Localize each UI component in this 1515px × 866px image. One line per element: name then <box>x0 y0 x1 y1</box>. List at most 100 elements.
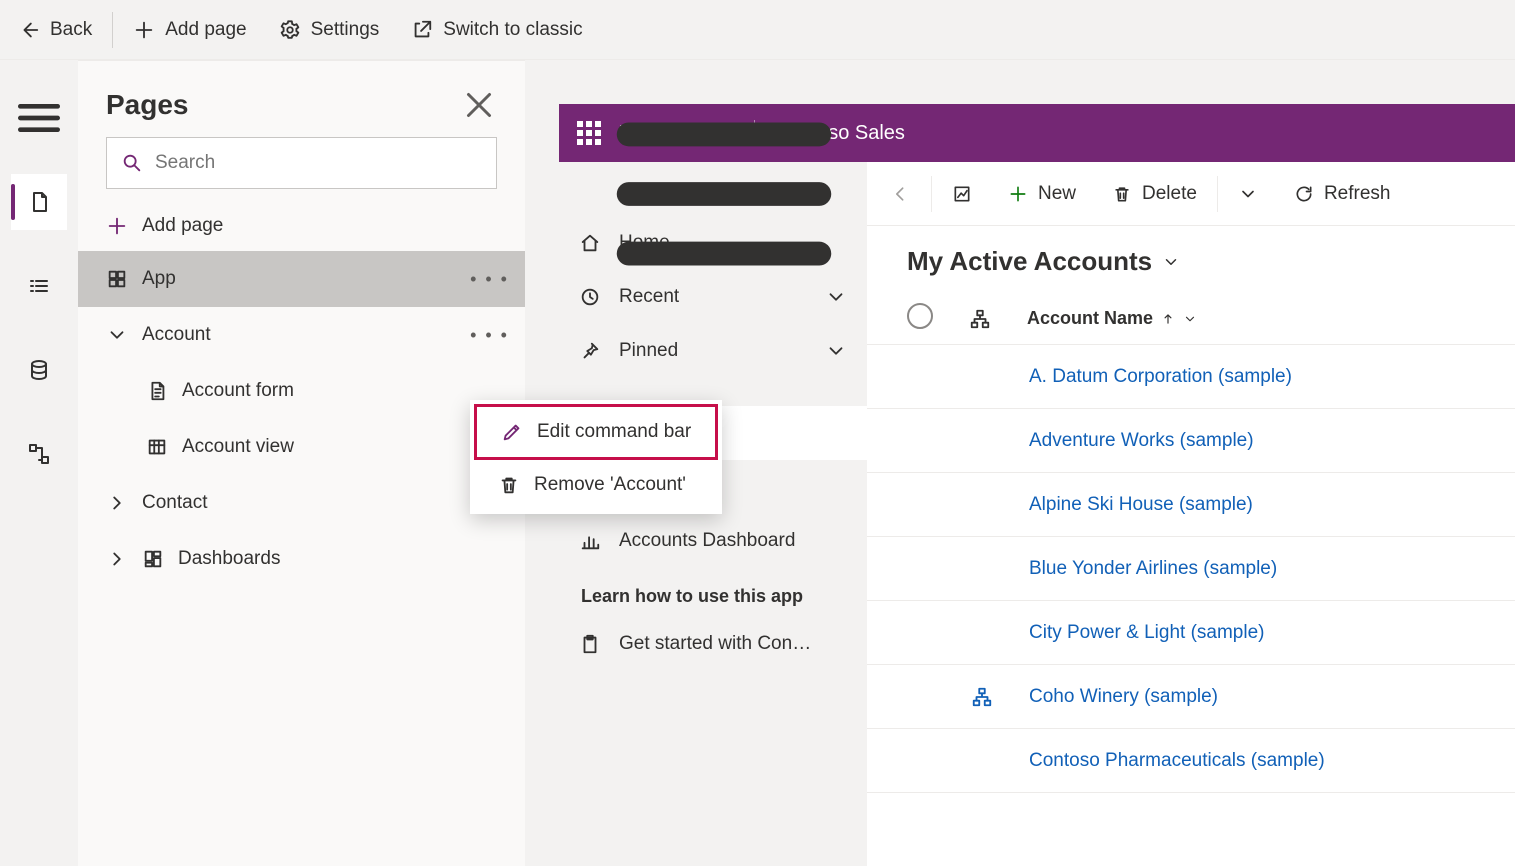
pages-title: Pages <box>106 89 189 121</box>
hamburger-button[interactable] <box>11 90 67 146</box>
tree-item-account[interactable]: Account • • • <box>78 307 525 363</box>
more-button[interactable]: • • • <box>470 269 509 290</box>
chevron-right-icon <box>106 492 128 514</box>
more-button[interactable]: • • • <box>470 325 509 346</box>
list-icon <box>27 274 51 298</box>
ctx-label: Remove 'Account' <box>534 474 686 496</box>
add-page-button[interactable]: Add page <box>117 11 262 49</box>
rail-navigation-button[interactable] <box>11 258 67 314</box>
account-link[interactable]: A. Datum Corporation (sample) <box>1029 366 1292 388</box>
hamburger-icon <box>11 90 67 146</box>
chevron-down-icon <box>106 324 128 346</box>
trash-icon <box>1112 184 1132 204</box>
overflow-command[interactable] <box>1222 172 1274 216</box>
table-row[interactable]: Contoso Pharmaceuticals (sample) <box>867 729 1515 793</box>
chart-command[interactable] <box>936 172 988 216</box>
nav-label: Recent <box>619 286 679 308</box>
search-icon <box>121 152 143 174</box>
nav-label: Get started with Con… <box>619 633 811 655</box>
column-account-name[interactable]: Account Name <box>1027 308 1197 329</box>
sidenav-hamburger[interactable] <box>559 172 867 216</box>
tree-label: Account <box>142 324 211 346</box>
table-row[interactable]: City Power & Light (sample) <box>867 601 1515 665</box>
grid-header: Account Name <box>867 293 1515 345</box>
database-icon <box>27 358 51 382</box>
new-label: New <box>1038 183 1076 205</box>
account-link[interactable]: Adventure Works (sample) <box>1029 430 1254 452</box>
tree-item-account-form[interactable]: Account form <box>78 363 525 419</box>
switch-classic-button[interactable]: Switch to classic <box>395 11 598 49</box>
plus-icon <box>106 215 128 237</box>
rail-data-button[interactable] <box>11 342 67 398</box>
tree-item-dashboards[interactable]: Dashboards <box>78 531 525 587</box>
table-row[interactable]: Adventure Works (sample) <box>867 409 1515 473</box>
rail-automation-button[interactable] <box>11 426 67 482</box>
chevron-down-icon <box>1162 253 1180 271</box>
account-link[interactable]: Alpine Ski House (sample) <box>1029 494 1253 516</box>
tree-label: Account form <box>182 380 294 402</box>
nav-group-learn: Learn how to use this app <box>559 568 867 617</box>
clock-icon <box>579 286 601 308</box>
select-all-checkbox[interactable] <box>907 303 933 334</box>
command-separator <box>931 176 932 212</box>
switch-label: Switch to classic <box>443 19 582 41</box>
app-icon <box>106 268 128 290</box>
table-row[interactable]: Blue Yonder Airlines (sample) <box>867 537 1515 601</box>
settings-button[interactable]: Settings <box>263 11 396 49</box>
tree-item-app[interactable]: App • • • <box>78 251 525 307</box>
account-link[interactable]: Blue Yonder Airlines (sample) <box>1029 558 1277 580</box>
new-command[interactable]: New <box>992 172 1092 216</box>
nav-item-pinned[interactable]: Pinned <box>559 324 867 378</box>
nav-label: Accounts Dashboard <box>619 530 795 552</box>
search-input[interactable] <box>155 152 482 174</box>
tree-label: Contact <box>142 492 207 514</box>
ctx-edit-command-bar[interactable]: Edit command bar <box>474 404 718 460</box>
delete-command[interactable]: Delete <box>1096 172 1213 216</box>
table-row[interactable]: Alpine Ski House (sample) <box>867 473 1515 537</box>
table-row[interactable]: Coho Winery (sample) <box>867 665 1515 729</box>
account-link[interactable]: Coho Winery (sample) <box>1029 686 1218 708</box>
back-button[interactable]: Back <box>2 11 108 49</box>
refresh-command[interactable]: Refresh <box>1278 172 1407 216</box>
search-container <box>106 137 497 189</box>
close-icon <box>461 87 497 123</box>
trash-icon <box>498 474 520 496</box>
account-link[interactable]: City Power & Light (sample) <box>1029 622 1264 644</box>
plus-icon <box>1008 184 1028 204</box>
show-chart-icon <box>952 184 972 204</box>
context-menu: Edit command bar Remove 'Account' <box>470 400 722 514</box>
chevron-down-icon <box>825 286 847 308</box>
hierarchy-icon <box>969 308 991 330</box>
hierarchy-icon <box>971 686 993 708</box>
view-title[interactable]: My Active Accounts <box>867 226 1515 293</box>
toolbar-separator <box>112 12 113 48</box>
home-icon <box>579 232 601 254</box>
delete-label: Delete <box>1142 183 1197 205</box>
switch-icon <box>411 19 433 41</box>
nav-item-get-started[interactable]: Get started with Con… <box>559 617 867 671</box>
nav-item-accounts-dashboard[interactable]: Accounts Dashboard <box>559 514 867 568</box>
tree-label: App <box>142 268 176 290</box>
pages-panel: Pages Add page App • • • <box>78 60 525 866</box>
dashboard-icon <box>142 548 164 570</box>
chevron-down-icon <box>1183 312 1197 326</box>
pin-icon <box>579 340 601 362</box>
back-command[interactable] <box>875 172 927 216</box>
tree-item-account-view[interactable]: Account view <box>78 419 525 475</box>
close-panel-button[interactable] <box>461 87 497 123</box>
rail-pages-button[interactable] <box>11 174 67 230</box>
tree-item-contact[interactable]: Contact <box>78 475 525 531</box>
ctx-remove-account[interactable]: Remove 'Account' <box>474 460 718 510</box>
top-toolbar: Back Add page Settings Switch to classic <box>0 0 1515 60</box>
view-icon <box>146 436 168 458</box>
plus-icon <box>133 19 155 41</box>
page-icon <box>27 190 51 214</box>
add-page-label: Add page <box>165 19 246 41</box>
flow-icon <box>27 442 51 466</box>
nav-item-home[interactable]: Home <box>559 216 867 270</box>
ctx-label: Edit command bar <box>537 421 691 443</box>
nav-item-recent[interactable]: Recent <box>559 270 867 324</box>
add-page-row[interactable]: Add page <box>78 201 525 251</box>
account-link[interactable]: Contoso Pharmaceuticals (sample) <box>1029 750 1325 772</box>
table-row[interactable]: A. Datum Corporation (sample) <box>867 345 1515 409</box>
